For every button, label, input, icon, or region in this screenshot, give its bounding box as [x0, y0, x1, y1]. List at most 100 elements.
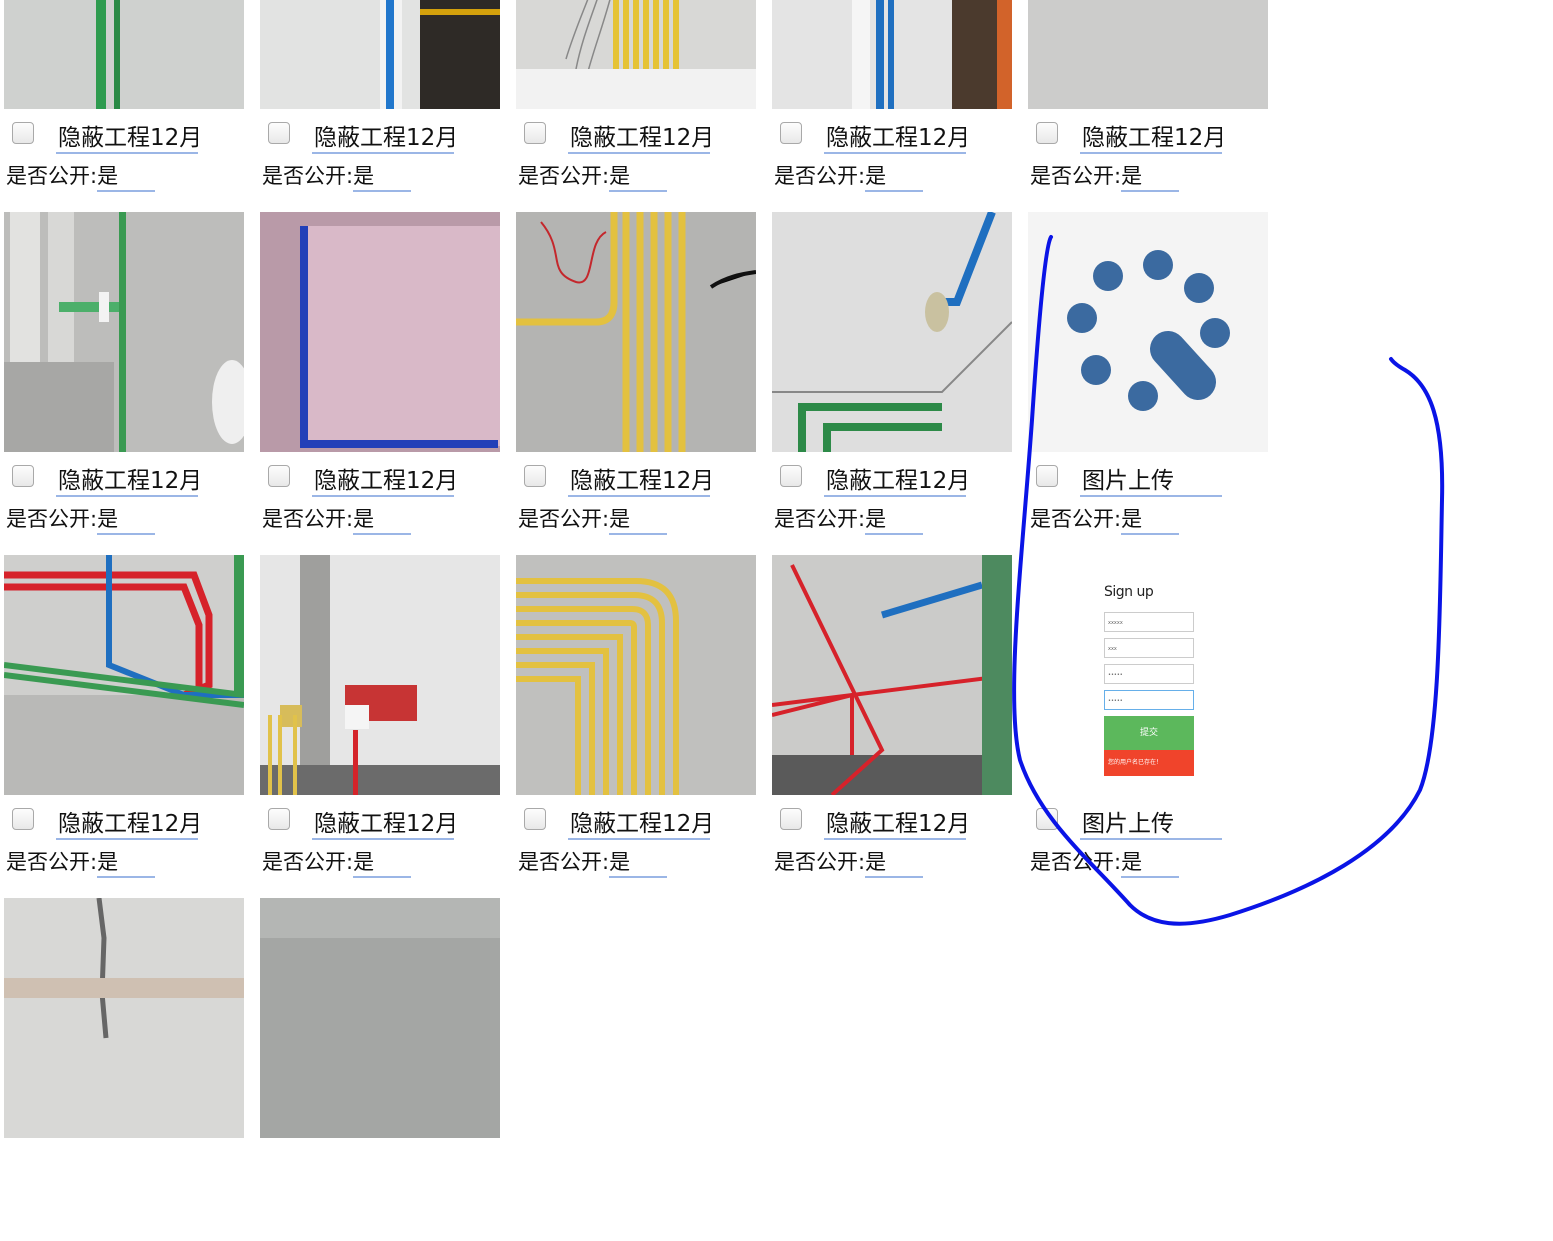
photo-title-field[interactable]: 隐蔽工程12月	[1080, 124, 1222, 154]
public-label: 是否公开:	[1030, 850, 1122, 874]
public-setting: 是否公开:是	[1030, 848, 1180, 878]
public-setting: 是否公开:是	[262, 162, 412, 192]
photo-title-field[interactable]: 隐蔽工程12月	[312, 810, 454, 840]
photo-title-field[interactable]: 隐蔽工程12月	[56, 467, 198, 497]
select-checkbox[interactable]	[780, 465, 802, 487]
photo-title-field[interactable]: 隐蔽工程12月	[56, 124, 198, 154]
public-value-field[interactable]: 是	[1121, 162, 1180, 192]
photo-thumbnail[interactable]	[260, 0, 500, 109]
photo-title-field[interactable]: 隐蔽工程12月	[824, 124, 966, 154]
photo-thumbnail[interactable]	[4, 898, 244, 1138]
signup-field-2: xxx	[1104, 638, 1194, 658]
photo-title-field[interactable]: 隐蔽工程12月	[568, 124, 710, 154]
public-setting: 是否公开:是	[518, 162, 668, 192]
public-value-field[interactable]: 是	[865, 505, 924, 535]
select-checkbox[interactable]	[524, 122, 546, 144]
signup-field-4: •••••	[1104, 690, 1194, 710]
public-label: 是否公开:	[1030, 507, 1122, 531]
photo-thumbnail[interactable]	[4, 555, 244, 795]
photo-card: 隐蔽工程12月是否公开:是	[516, 0, 760, 212]
public-setting: 是否公开:是	[6, 162, 156, 192]
public-value-field[interactable]: 是	[609, 848, 668, 878]
photo-thumbnail[interactable]	[1028, 0, 1268, 109]
photo-card	[260, 898, 504, 1241]
select-checkbox[interactable]	[1036, 122, 1058, 144]
select-checkbox[interactable]	[524, 808, 546, 830]
public-label: 是否公开:	[518, 507, 610, 531]
signup-error-alert: 您的用户名已存在！	[1104, 750, 1194, 776]
public-label: 是否公开:	[518, 850, 610, 874]
photo-card: 图片上传是否公开:是	[1028, 212, 1272, 555]
photo-card: 隐蔽工程12月是否公开:是	[4, 555, 248, 898]
photo-title-field[interactable]: 隐蔽工程12月	[824, 467, 966, 497]
photo-title-field[interactable]: 隐蔽工程12月	[312, 124, 454, 154]
public-setting: 是否公开:是	[774, 162, 924, 192]
public-label: 是否公开:	[6, 850, 98, 874]
public-setting: 是否公开:是	[774, 505, 924, 535]
photo-thumbnail[interactable]	[772, 212, 1012, 452]
public-label: 是否公开:	[1030, 164, 1122, 188]
public-label: 是否公开:	[774, 507, 866, 531]
select-checkbox[interactable]	[12, 465, 34, 487]
public-setting: 是否公开:是	[1030, 162, 1180, 192]
photo-title-field[interactable]: 隐蔽工程12月	[824, 810, 966, 840]
photo-thumbnail[interactable]	[1028, 212, 1268, 452]
select-checkbox[interactable]	[268, 122, 290, 144]
photo-card: 隐蔽工程12月是否公开:是	[772, 212, 1016, 555]
public-value-field[interactable]: 是	[865, 162, 924, 192]
public-value-field[interactable]: 是	[609, 505, 668, 535]
public-value-field[interactable]: 是	[97, 505, 156, 535]
signup-field-3: •••••	[1104, 664, 1194, 684]
signup-heading: Sign up	[1104, 584, 1154, 600]
public-value-field[interactable]: 是	[1121, 505, 1180, 535]
photo-thumbnail[interactable]	[260, 555, 500, 795]
public-value-field[interactable]: 是	[609, 162, 668, 192]
photo-thumbnail[interactable]	[772, 0, 1012, 109]
photo-title-field[interactable]: 隐蔽工程12月	[56, 810, 198, 840]
public-value-field[interactable]: 是	[97, 162, 156, 192]
photo-thumbnail[interactable]	[260, 212, 500, 452]
public-setting: 是否公开:是	[774, 848, 924, 878]
photo-card: 隐蔽工程12月是否公开:是	[260, 0, 504, 212]
public-setting: 是否公开:是	[262, 848, 412, 878]
select-checkbox[interactable]	[524, 465, 546, 487]
public-value-field[interactable]: 是	[353, 162, 412, 192]
public-label: 是否公开:	[774, 850, 866, 874]
photo-title-field[interactable]: 隐蔽工程12月	[568, 467, 710, 497]
photo-card: 隐蔽工程12月是否公开:是	[772, 555, 1016, 898]
select-checkbox[interactable]	[1036, 465, 1058, 487]
photo-thumbnail[interactable]	[260, 898, 500, 1138]
photo-title-field[interactable]: 隐蔽工程12月	[312, 467, 454, 497]
public-value-field[interactable]: 是	[97, 848, 156, 878]
photo-thumbnail[interactable]	[772, 555, 1012, 795]
photo-card: 隐蔽工程12月是否公开:是	[516, 555, 760, 898]
photo-card	[4, 898, 248, 1241]
photo-thumbnail[interactable]	[516, 555, 756, 795]
select-checkbox[interactable]	[12, 808, 34, 830]
public-setting: 是否公开:是	[262, 505, 412, 535]
photo-thumbnail[interactable]	[4, 0, 244, 109]
photo-card: 隐蔽工程12月是否公开:是	[260, 212, 504, 555]
photo-title-field[interactable]: 图片上传	[1080, 467, 1222, 497]
photo-thumbnail[interactable]	[4, 212, 244, 452]
public-label: 是否公开:	[262, 850, 354, 874]
select-checkbox[interactable]	[780, 808, 802, 830]
select-checkbox[interactable]	[268, 465, 290, 487]
public-value-field[interactable]: 是	[865, 848, 924, 878]
signup-field-1: xxxxx	[1104, 612, 1194, 632]
public-setting: 是否公开:是	[518, 848, 668, 878]
photo-title-field[interactable]: 图片上传	[1080, 810, 1222, 840]
public-setting: 是否公开:是	[1030, 505, 1180, 535]
public-value-field[interactable]: 是	[1121, 848, 1180, 878]
public-value-field[interactable]: 是	[353, 505, 412, 535]
photo-thumbnail[interactable]	[516, 212, 756, 452]
select-checkbox[interactable]	[12, 122, 34, 144]
photo-title-field[interactable]: 隐蔽工程12月	[568, 810, 710, 840]
photo-thumbnail[interactable]	[516, 0, 756, 109]
public-label: 是否公开:	[774, 164, 866, 188]
select-checkbox[interactable]	[268, 808, 290, 830]
select-checkbox[interactable]	[780, 122, 802, 144]
public-setting: 是否公开:是	[6, 505, 156, 535]
public-value-field[interactable]: 是	[353, 848, 412, 878]
select-checkbox[interactable]	[1036, 808, 1058, 830]
